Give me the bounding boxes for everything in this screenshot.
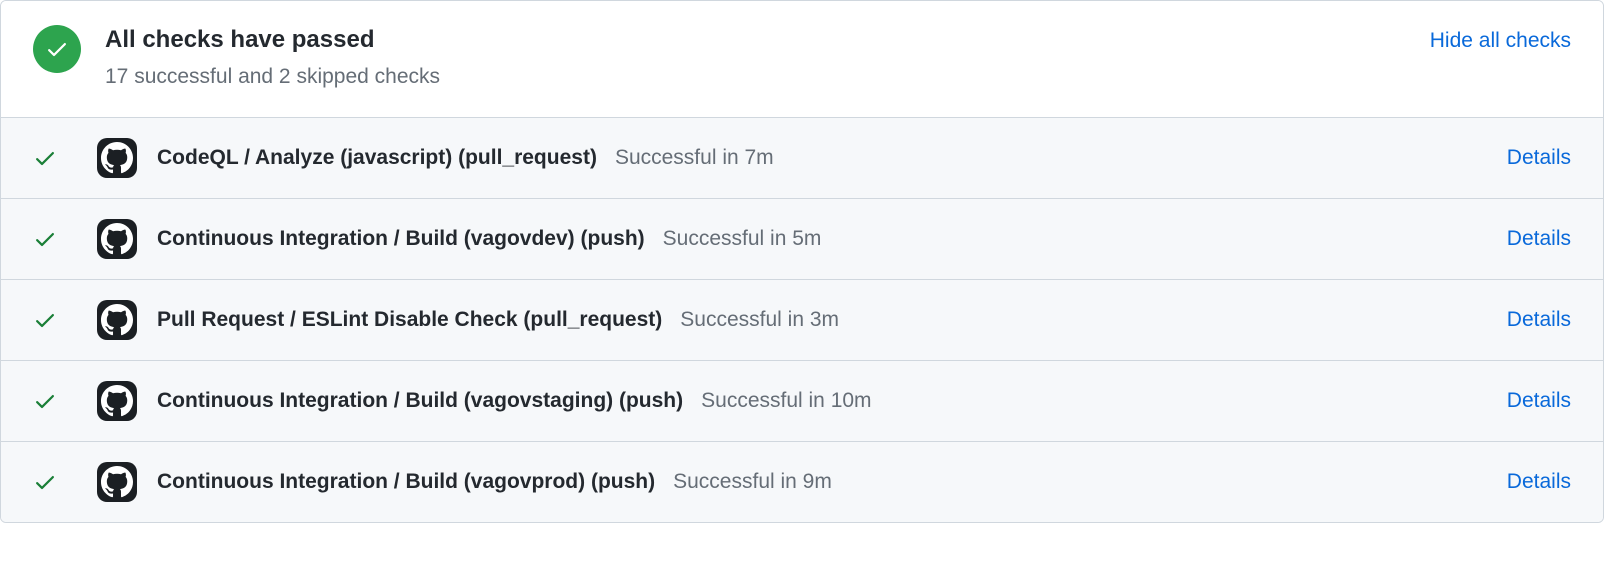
check-row: Pull Request / ESLint Disable Check (pul… [1,279,1603,360]
check-name: CodeQL / Analyze (javascript) (pull_requ… [157,146,597,170]
checks-panel: All checks have passed 17 successful and… [0,0,1604,523]
details-link[interactable]: Details [1507,470,1571,494]
toggle-checks-link[interactable]: Hide all checks [1430,29,1571,53]
check-status: Successful in 5m [663,227,822,251]
check-status: Successful in 3m [680,308,839,332]
check-name: Continuous Integration / Build (vagovsta… [157,389,683,413]
check-success-icon [33,308,57,332]
check-name: Pull Request / ESLint Disable Check (pul… [157,308,662,332]
checks-subtitle: 17 successful and 2 skipped checks [105,61,1430,93]
details-link[interactable]: Details [1507,389,1571,413]
github-actions-avatar [97,138,137,178]
check-row: Continuous Integration / Build (vagovpro… [1,441,1603,522]
check-status: Successful in 9m [673,470,832,494]
details-link[interactable]: Details [1507,146,1571,170]
check-success-icon [33,146,57,170]
check-status: Successful in 7m [615,146,774,170]
check-name: Continuous Integration / Build (vagovdev… [157,227,645,251]
github-actions-avatar [97,462,137,502]
checks-title: All checks have passed [105,25,1430,55]
check-success-icon [33,389,57,413]
checks-header: All checks have passed 17 successful and… [1,1,1603,117]
details-link[interactable]: Details [1507,227,1571,251]
check-content: Continuous Integration / Build (vagovdev… [157,227,1507,251]
check-name: Continuous Integration / Build (vagovpro… [157,470,655,494]
check-row: Continuous Integration / Build (vagovdev… [1,198,1603,279]
details-link[interactable]: Details [1507,308,1571,332]
check-status: Successful in 10m [701,389,871,413]
check-content: Continuous Integration / Build (vagovsta… [157,389,1507,413]
github-actions-avatar [97,219,137,259]
github-actions-avatar [97,300,137,340]
check-content: Continuous Integration / Build (vagovpro… [157,470,1507,494]
check-success-icon [33,470,57,494]
check-row: Continuous Integration / Build (vagovsta… [1,360,1603,441]
check-success-icon [33,227,57,251]
header-text: All checks have passed 17 successful and… [105,25,1430,93]
github-actions-avatar [97,381,137,421]
check-row: CodeQL / Analyze (javascript) (pull_requ… [1,117,1603,198]
status-success-icon [33,25,81,73]
check-content: Pull Request / ESLint Disable Check (pul… [157,308,1507,332]
check-content: CodeQL / Analyze (javascript) (pull_requ… [157,146,1507,170]
